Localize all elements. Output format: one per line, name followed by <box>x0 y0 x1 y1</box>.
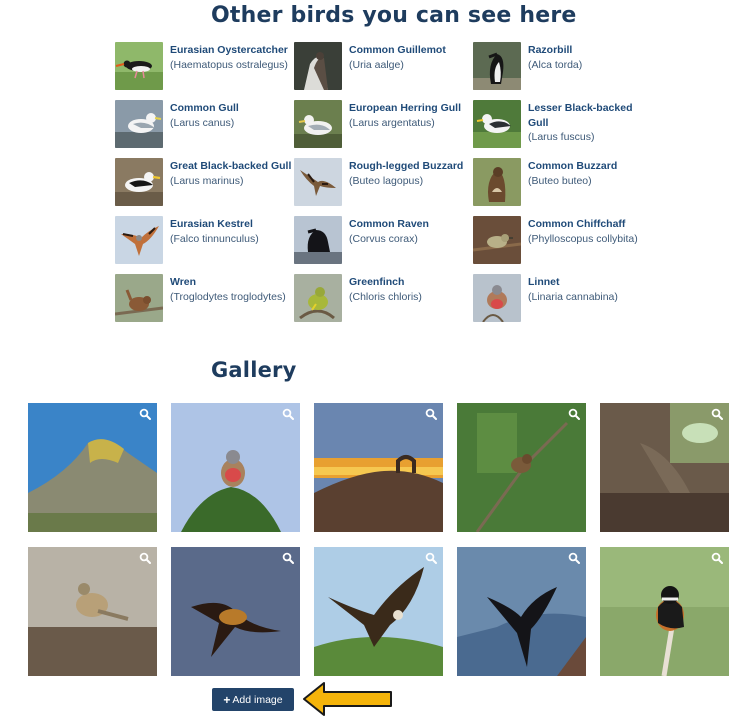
bird-thumbnail <box>115 100 163 148</box>
bird-name: Eurasian Kestrel <box>170 218 253 230</box>
bird-thumbnail <box>115 158 163 206</box>
gallery-photo[interactable] <box>171 547 300 676</box>
bird-thumbnail <box>473 216 521 264</box>
bird-latin-name: (Buteo lagopus) <box>349 174 424 187</box>
bird-latin-name: (Larus fuscus) <box>528 131 595 143</box>
photo-image <box>171 403 300 532</box>
photo-image <box>314 547 443 676</box>
bird-link[interactable]: Common Guillemot (Uria aalge) <box>294 42 472 94</box>
bird-link[interactable]: Great Black-backed Gull (Larus marinus) <box>115 158 293 210</box>
gallery-photo[interactable] <box>28 547 157 676</box>
search-icon[interactable] <box>282 552 294 564</box>
bird-latin-name: (Linaria cannabina) <box>528 290 618 303</box>
bird-link[interactable]: Eurasian Kestrel (Falco tinnunculus) <box>115 216 293 268</box>
bird-name: European Herring Gull <box>349 102 462 114</box>
bird-thumbnail <box>473 42 521 90</box>
photo-image <box>600 547 729 676</box>
photo-image <box>28 547 157 676</box>
bird-name: Wren <box>170 276 197 288</box>
bird-latin-name: (Haematopus ostralegus) <box>170 58 288 71</box>
bird-latin-name: (Larus canus) <box>170 116 235 129</box>
birds-section-title: Other birds you can see here <box>211 3 577 28</box>
bird-name: Common Raven <box>349 218 429 230</box>
gallery-photo[interactable] <box>171 403 300 532</box>
search-icon[interactable] <box>568 552 580 564</box>
bird-link[interactable]: Common Raven (Corvus corax) <box>294 216 472 268</box>
bird-name: Razorbill <box>528 44 573 56</box>
photo-image <box>457 403 586 532</box>
bird-link[interactable]: Lesser Black-backed Gull (Larus fuscus) <box>473 100 651 152</box>
bird-link[interactable]: Common Gull (Larus canus) <box>115 100 293 152</box>
bird-name: Common Guillemot <box>349 44 446 56</box>
bird-thumbnail <box>294 274 342 322</box>
bird-link[interactable]: Common Chiffchaff (Phylloscopus collybita… <box>473 216 651 268</box>
search-icon[interactable] <box>711 408 723 420</box>
photo-image <box>314 403 443 532</box>
bird-link[interactable]: Linnet (Linaria cannabina) <box>473 274 651 326</box>
gallery-title: Gallery <box>211 358 297 382</box>
bird-name: Linnet <box>528 276 560 288</box>
search-icon[interactable] <box>568 408 580 420</box>
bird-latin-name: (Buteo buteo) <box>528 174 592 187</box>
bird-name: Great Black-backed Gull <box>170 160 292 172</box>
bird-latin-name: (Alca torda) <box>528 58 583 71</box>
bird-latin-name: (Phylloscopus collybita) <box>528 232 638 245</box>
bird-link[interactable]: Wren (Troglodytes troglodytes) <box>115 274 293 326</box>
bird-thumbnail <box>294 158 342 206</box>
bird-latin-name: (Uria aalge) <box>349 58 404 71</box>
bird-link[interactable]: Common Buzzard (Buteo buteo) <box>473 158 651 210</box>
bird-name: Rough-legged Buzzard <box>349 160 464 172</box>
photo-image <box>600 403 729 532</box>
bird-thumbnail <box>115 274 163 322</box>
bird-link[interactable]: Greenfinch (Chloris chloris) <box>294 274 472 326</box>
pointer-arrow-icon <box>303 682 392 716</box>
gallery-photo[interactable] <box>28 403 157 532</box>
bird-link[interactable]: Eurasian Oystercatcher (Haematopus ostral… <box>115 42 293 94</box>
bird-thumbnail <box>473 158 521 206</box>
bird-name: Eurasian Oystercatcher <box>170 44 288 56</box>
bird-thumbnail <box>473 274 521 322</box>
search-icon[interactable] <box>711 552 723 564</box>
bird-thumbnail <box>294 100 342 148</box>
gallery-photo[interactable] <box>314 403 443 532</box>
bird-thumbnail <box>294 42 342 90</box>
add-image-button[interactable]: + Add image <box>212 688 294 711</box>
bird-thumbnail <box>115 216 163 264</box>
bird-link[interactable]: European Herring Gull (Larus argentatus) <box>294 100 472 152</box>
search-icon[interactable] <box>282 408 294 420</box>
bird-latin-name: (Troglodytes troglodytes) <box>170 290 286 303</box>
bird-name: Common Chiffchaff <box>528 218 626 230</box>
bird-thumbnail <box>115 42 163 90</box>
bird-name: Common Gull <box>170 102 239 114</box>
add-image-label: Add image <box>232 693 283 706</box>
gallery-photo[interactable] <box>457 403 586 532</box>
photo-image <box>171 547 300 676</box>
gallery-photo[interactable] <box>314 547 443 676</box>
bird-latin-name: (Chloris chloris) <box>349 290 422 303</box>
bird-name: Lesser Black-backed Gull <box>528 102 633 129</box>
search-icon[interactable] <box>425 552 437 564</box>
photo-image <box>457 547 586 676</box>
bird-thumbnail <box>473 100 521 148</box>
bird-latin-name: (Falco tinnunculus) <box>170 232 259 245</box>
bird-latin-name: (Corvus corax) <box>349 232 418 245</box>
bird-link[interactable]: Rough-legged Buzzard (Buteo lagopus) <box>294 158 472 210</box>
search-icon[interactable] <box>139 552 151 564</box>
gallery-photo[interactable] <box>457 547 586 676</box>
bird-latin-name: (Larus marinus) <box>170 174 244 187</box>
bird-name: Common Buzzard <box>528 160 618 172</box>
plus-icon: + <box>223 692 231 707</box>
gallery-photo[interactable] <box>600 547 729 676</box>
bird-thumbnail <box>294 216 342 264</box>
bird-name: Greenfinch <box>349 276 405 288</box>
search-icon[interactable] <box>139 408 151 420</box>
search-icon[interactable] <box>425 408 437 420</box>
bird-latin-name: (Larus argentatus) <box>349 116 435 129</box>
photo-image <box>28 403 157 532</box>
gallery-photo[interactable] <box>600 403 729 532</box>
bird-link[interactable]: Razorbill (Alca torda) <box>473 42 651 94</box>
